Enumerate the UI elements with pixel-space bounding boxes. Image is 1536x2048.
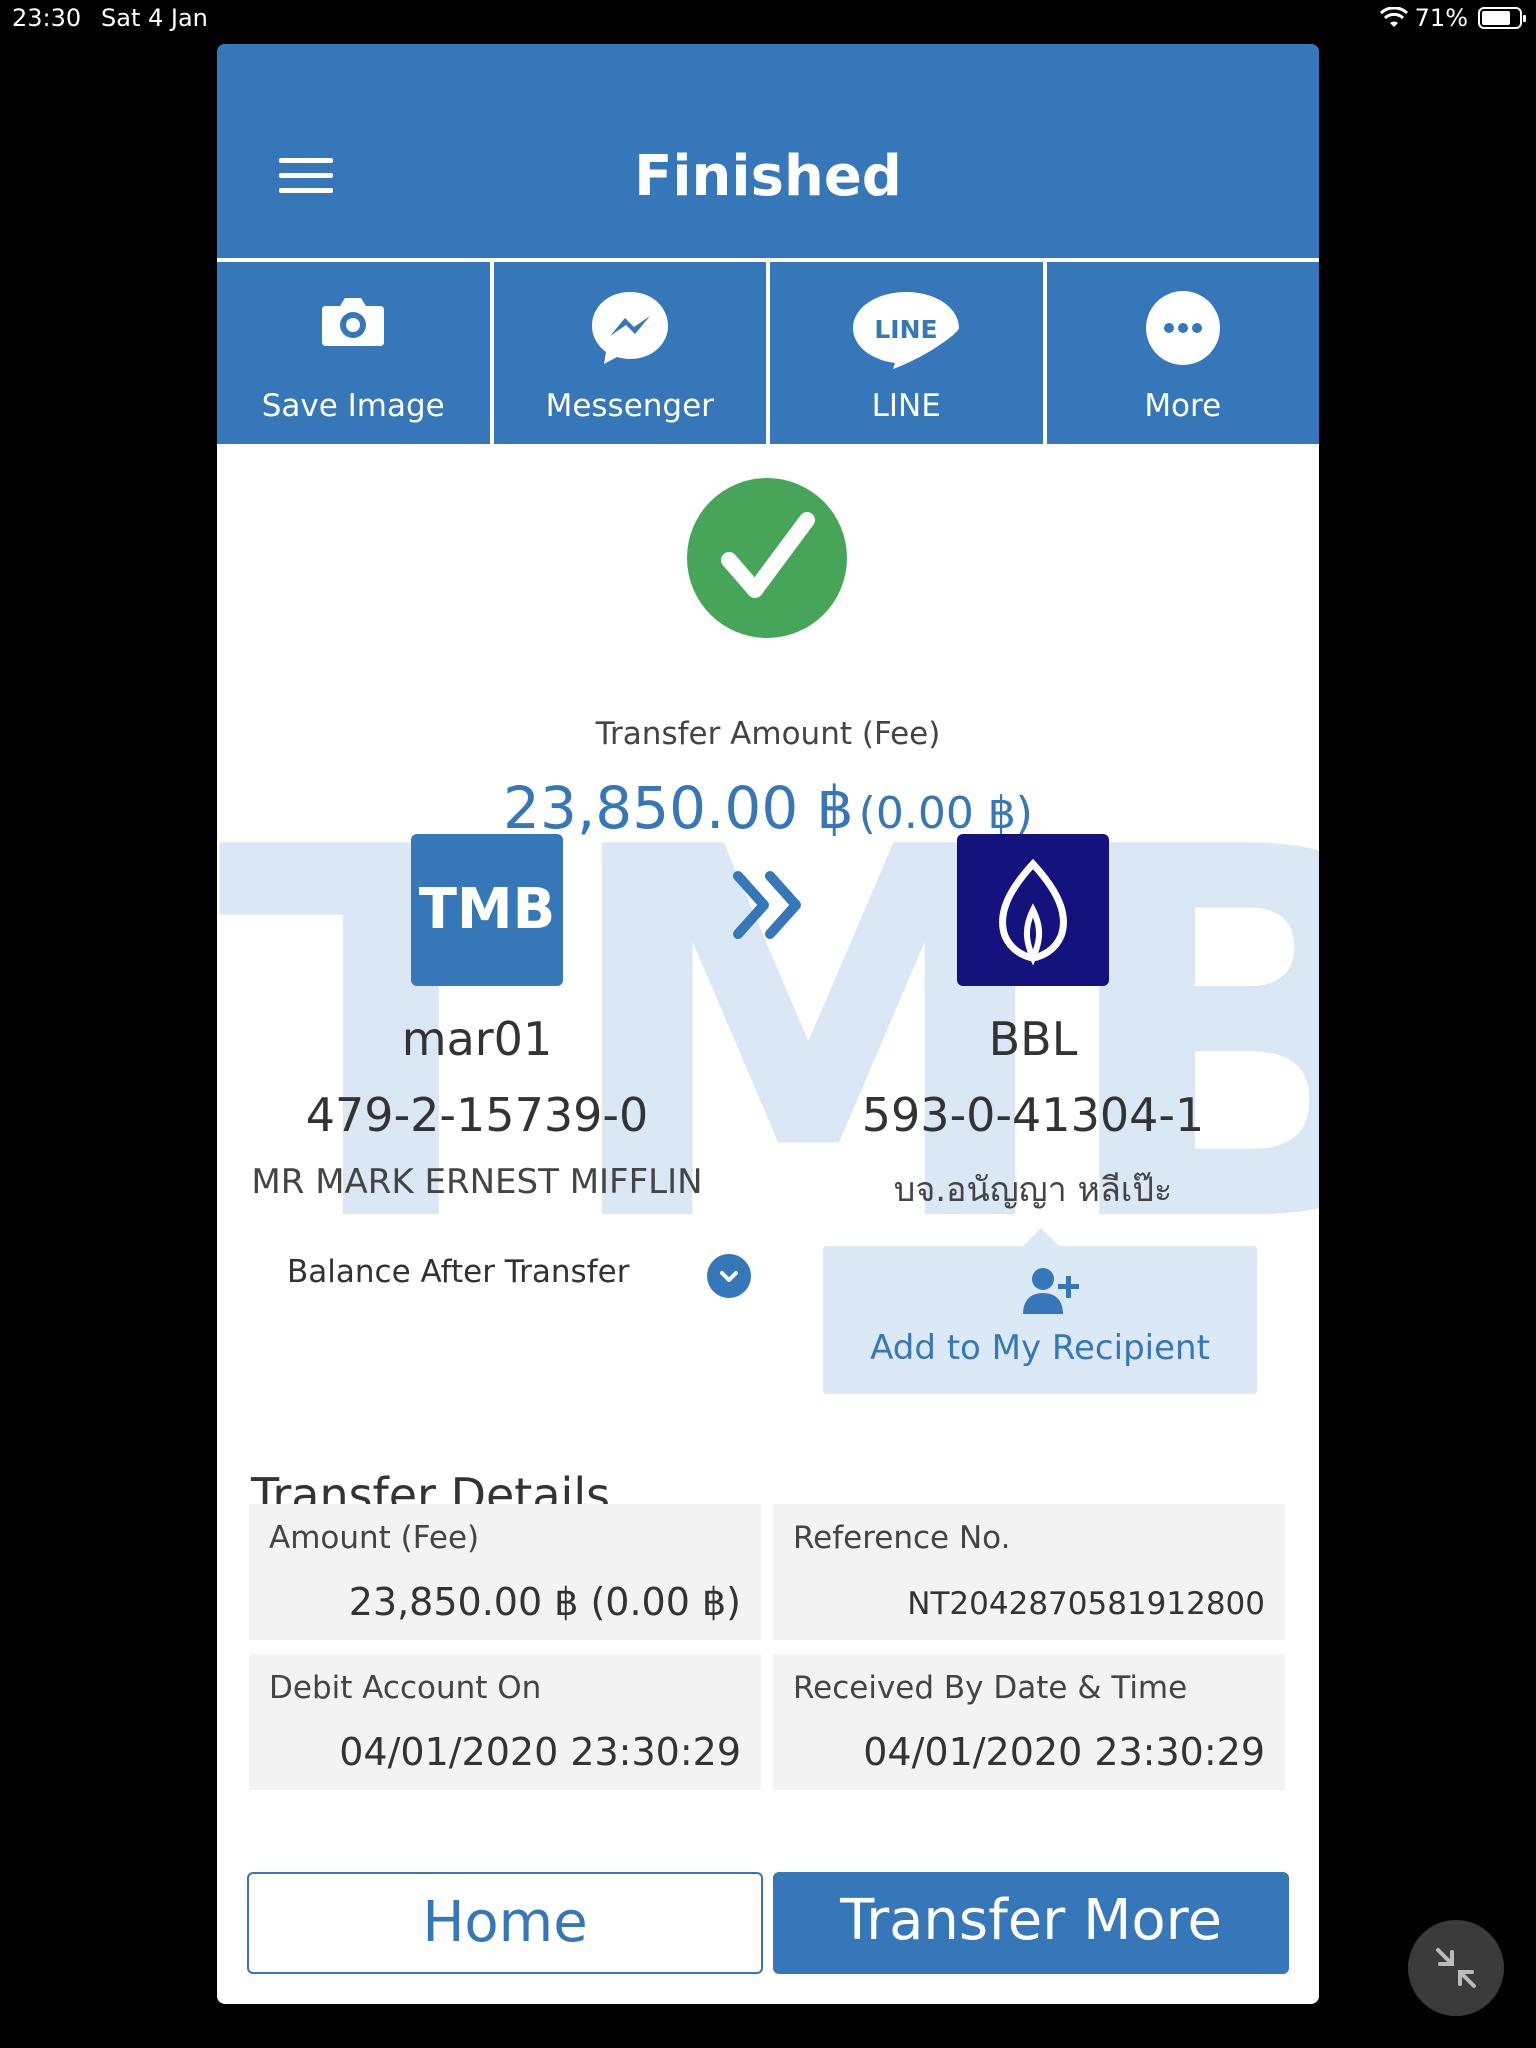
collapse-arrows-icon[interactable]	[1408, 1920, 1504, 2016]
transfer-amount-value: 23,850.00 ฿	[503, 774, 854, 842]
status-bar: 23:30 Sat 4 Jan 71%	[0, 0, 1536, 40]
from-nickname: mar01	[401, 1012, 553, 1066]
line-icon: LINE	[853, 292, 960, 369]
share-save-image-button[interactable]: Save Image	[217, 262, 490, 444]
bbl-bank-logo	[957, 834, 1109, 986]
detail-received-label: Received By Date & Time	[793, 1670, 1188, 1706]
share-save-image-label: Save Image	[261, 388, 445, 424]
messenger-icon	[591, 292, 668, 364]
double-chevron-right-icon	[733, 871, 801, 939]
status-time: 23:30	[12, 4, 82, 32]
to-account-number: 593-0-41304-1	[861, 1088, 1205, 1142]
detail-reference-value: NT2042870581912800	[907, 1586, 1265, 1622]
balance-after-transfer-label: Balance After Transfer	[287, 1254, 630, 1290]
tmb-bank-logo: TMB	[411, 834, 563, 986]
share-more-button[interactable]: More	[1046, 262, 1319, 444]
from-account-name: MR MARK ERNEST MIFFLIN	[251, 1162, 703, 1202]
share-messenger-label: Messenger	[545, 388, 714, 424]
line-icon-text: LINE	[875, 315, 938, 344]
battery-icon	[1478, 7, 1526, 29]
camera-icon	[322, 298, 385, 346]
more-icon	[1145, 291, 1220, 365]
balance-expand-chevron-down-icon[interactable]	[707, 1254, 751, 1298]
detail-reference-label: Reference No.	[793, 1520, 1011, 1556]
detail-received-value: 04/01/2020 23:30:29	[863, 1730, 1265, 1774]
detail-debit-label: Debit Account On	[269, 1670, 542, 1706]
success-check-icon	[687, 478, 847, 638]
transfer-fee-value: (0.00 ฿)	[858, 788, 1033, 839]
detail-amount-fee-value: 23,850.00 ฿ (0.00 ฿)	[348, 1580, 741, 1624]
transfer-amount: 23,850.00 ฿ (0.00 ฿)	[217, 774, 1319, 842]
share-messenger-button[interactable]: Messenger	[493, 262, 766, 444]
battery-percent: 71%	[1414, 4, 1468, 32]
share-bar: Save Image Messenger LINE LINE More	[217, 262, 1319, 444]
detail-reference-no: Reference No. NT2042870581912800	[773, 1504, 1285, 1640]
to-bank-name: BBL	[988, 1012, 1078, 1066]
detail-debit-account-on: Debit Account On 04/01/2020 23:30:29	[249, 1654, 761, 1790]
add-user-icon	[1023, 1268, 1079, 1314]
add-to-my-recipient-button[interactable]: Add to My Recipient	[823, 1228, 1257, 1394]
detail-debit-value: 04/01/2020 23:30:29	[339, 1730, 741, 1774]
share-line-label: LINE	[871, 388, 941, 424]
detail-amount-fee: Amount (Fee) 23,850.00 ฿ (0.00 ฿)	[249, 1504, 761, 1640]
header: Finished	[217, 44, 1319, 258]
detail-received-by: Received By Date & Time 04/01/2020 23:30…	[773, 1654, 1285, 1790]
status-right: 71%	[1379, 4, 1526, 32]
detail-amount-fee-label: Amount (Fee)	[269, 1520, 480, 1556]
add-to-my-recipient-label: Add to My Recipient	[870, 1328, 1210, 1368]
status-date: Sat 4 Jan	[101, 4, 208, 32]
share-line-button[interactable]: LINE LINE	[770, 262, 1043, 444]
receipt-panel: Finished Save Image Messenger LINE LINE	[217, 44, 1319, 2004]
transfer-amount-label: Transfer Amount (Fee)	[595, 716, 941, 752]
transfer-more-button[interactable]: Transfer More	[773, 1872, 1289, 1974]
home-button[interactable]: Home	[247, 1872, 763, 1974]
lotus-icon	[999, 858, 1067, 966]
from-account-number: 479-2-15739-0	[305, 1088, 649, 1142]
share-more-label: More	[1144, 388, 1222, 424]
to-account-name: บจ.อนัญญา หลีเป๊ะ	[893, 1170, 1173, 1210]
page-title: Finished	[634, 144, 902, 209]
wifi-icon	[1379, 7, 1408, 27]
